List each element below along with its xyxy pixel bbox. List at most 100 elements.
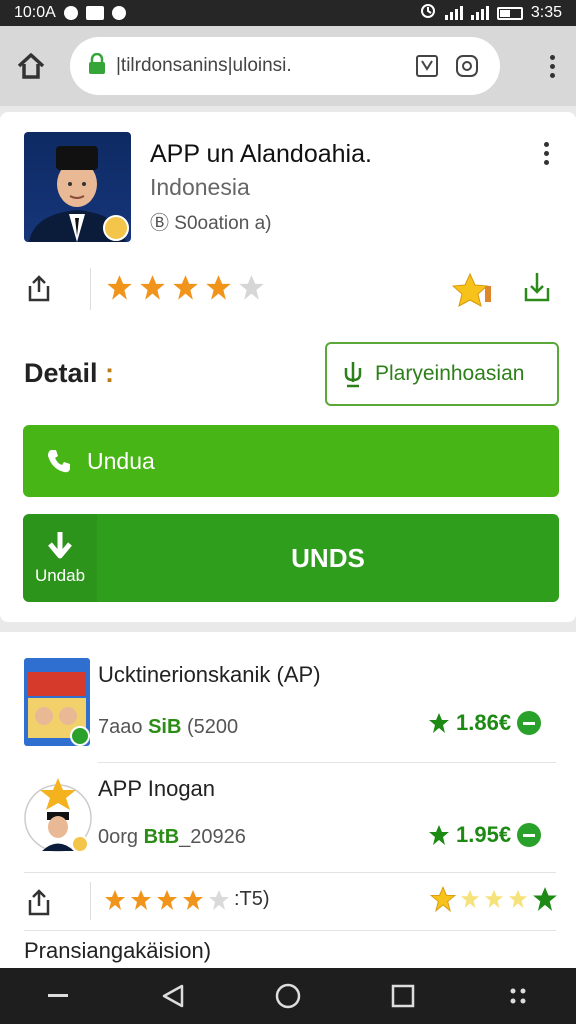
app-icon[interactable] — [24, 132, 131, 242]
list-rating-row: :T5) — [24, 882, 557, 923]
app-thumbnail-1 — [24, 658, 90, 746]
star-icon — [429, 713, 449, 733]
play-button-label: Plaryeinhoasian — [375, 362, 525, 385]
alarm-icon — [419, 2, 437, 25]
star-icon — [429, 825, 449, 845]
nav-minimize-icon[interactable] — [38, 976, 78, 1016]
star-filled-icon — [183, 889, 203, 910]
share-icon[interactable] — [24, 274, 54, 309]
arrow-down-icon — [48, 532, 72, 559]
download-button-label: UNDS — [291, 542, 365, 573]
star-empty-icon — [239, 275, 264, 300]
download-small-section[interactable]: Undab — [23, 514, 97, 602]
status-time-left: 10:0A — [14, 4, 56, 21]
card-more-icon[interactable] — [536, 142, 556, 165]
star-filled-icon — [107, 275, 132, 300]
list-item-title: APP Inogan — [98, 776, 216, 801]
chat-icon — [111, 6, 126, 20]
status-left: 10:0A — [14, 4, 126, 22]
list-item-sub-highlight: BtB — [143, 826, 180, 848]
signal-icon — [444, 6, 463, 20]
call-button-label: Undua — [87, 447, 155, 474]
system-nav-bar — [0, 968, 576, 1024]
list-item[interactable]: APP Inogan 0org BtB_20926 1.95€ — [0, 770, 576, 870]
list-item-price[interactable]: 1.95€ — [428, 822, 542, 848]
related-apps-list: Ucktinerionskanik (AP) 7aao SiB (5200 1.… — [0, 632, 576, 968]
list-item[interactable]: Ucktinerionskanik (AP) 7aao SiB (5200 1.… — [0, 652, 576, 752]
star-filled-icon — [140, 275, 165, 300]
status-bar: 10:0A 3:35 — [0, 0, 576, 26]
download-icon[interactable] — [522, 270, 552, 309]
list-item-sub-suffix: (5200 — [181, 716, 239, 738]
list-stars — [104, 889, 230, 911]
pale-star-icon — [508, 889, 528, 909]
list-divider — [24, 930, 556, 931]
apps-grid-icon[interactable] — [498, 976, 538, 1016]
list-item-price-value: 1.86€ — [456, 710, 512, 735]
browser-toolbar: |tilrdonsanins|uloinsi. — [0, 26, 576, 106]
back-icon[interactable] — [153, 976, 193, 1016]
url-text[interactable]: |tilrdonsanins|uloinsi. — [116, 55, 402, 77]
detail-colon: : — [105, 358, 115, 388]
divider — [90, 268, 91, 310]
app-meta: Ⓑ S0oation a) — [150, 213, 272, 234]
card-more-dots — [536, 142, 556, 165]
star-filled-icon — [157, 889, 177, 910]
app-detail-card: APP un Alandoahia. Indonesia Ⓑ S0oation … — [0, 112, 576, 622]
signal-icon-2 — [470, 6, 489, 20]
star-filled-icon — [105, 889, 125, 910]
home-nav-icon[interactable] — [268, 976, 308, 1016]
status-time-right: 3:35 — [530, 4, 562, 21]
detail-heading: Detail : — [24, 358, 114, 389]
play-button[interactable]: Plaryeinhoasian — [325, 342, 559, 406]
download-button[interactable]: Undab UNDS — [23, 514, 559, 602]
list-item-subtitle: 0org BtB_20926 — [98, 826, 246, 849]
list-item-sub-prefix: 7aao — [98, 716, 149, 738]
list-divider — [98, 762, 556, 763]
coin-icon — [517, 823, 542, 847]
download-small-label: Undab — [34, 566, 86, 585]
address-bar[interactable]: |tilrdonsanins|uloinsi. — [70, 37, 500, 95]
pale-star-icon — [460, 889, 480, 909]
app-title: APP un Alandoahia. — [150, 140, 372, 168]
tab-switcher-icon[interactable] — [452, 51, 482, 81]
favorite-star-icon[interactable] — [451, 272, 498, 313]
green-star-icon — [533, 887, 557, 911]
detail-label: Detail — [24, 358, 98, 388]
pale-star-icon — [484, 889, 504, 909]
footer-text: Pransiangakäision) — [24, 938, 212, 963]
list-item-price[interactable]: 1.86€ — [428, 710, 542, 736]
app-developer: Indonesia — [150, 174, 250, 200]
divider — [90, 882, 91, 920]
star-filled-icon — [131, 889, 151, 910]
list-rating-text: :T5) — [234, 888, 270, 910]
lock-icon — [88, 52, 106, 80]
home-icon[interactable] — [14, 49, 48, 83]
star-empty-icon — [209, 889, 229, 910]
play-icon — [344, 362, 362, 388]
app-thumbnail-2 — [24, 774, 92, 860]
share-icon[interactable] — [24, 888, 54, 923]
list-item-sub-suffix: _20926 — [179, 826, 246, 848]
notification-icon — [63, 6, 78, 20]
list-item-sub-highlight: SiB — [148, 716, 182, 738]
more-menu-icon[interactable] — [542, 54, 562, 78]
call-button[interactable]: Undua — [23, 425, 559, 497]
phone-icon — [48, 450, 70, 473]
star-rating — [106, 274, 265, 301]
recents-icon[interactable] — [383, 976, 423, 1016]
battery-icon — [496, 6, 523, 20]
list-item-sub-prefix: 0org — [98, 826, 144, 848]
list-item-title: Ucktinerionskanik (AP) — [98, 662, 321, 687]
rating-row — [24, 268, 554, 312]
star-filled-icon — [173, 275, 198, 300]
list-item-price-value: 1.95€ — [456, 822, 512, 847]
message-icon — [85, 6, 104, 20]
list-item-subtitle: 7aao SiB (5200 — [98, 716, 238, 739]
list-divider — [24, 872, 556, 873]
coin-icon — [517, 711, 542, 735]
status-right: 3:35 — [419, 2, 562, 25]
star-filled-icon — [206, 275, 231, 300]
list-badge-stars[interactable] — [430, 886, 558, 912]
download-page-icon[interactable] — [412, 51, 442, 81]
